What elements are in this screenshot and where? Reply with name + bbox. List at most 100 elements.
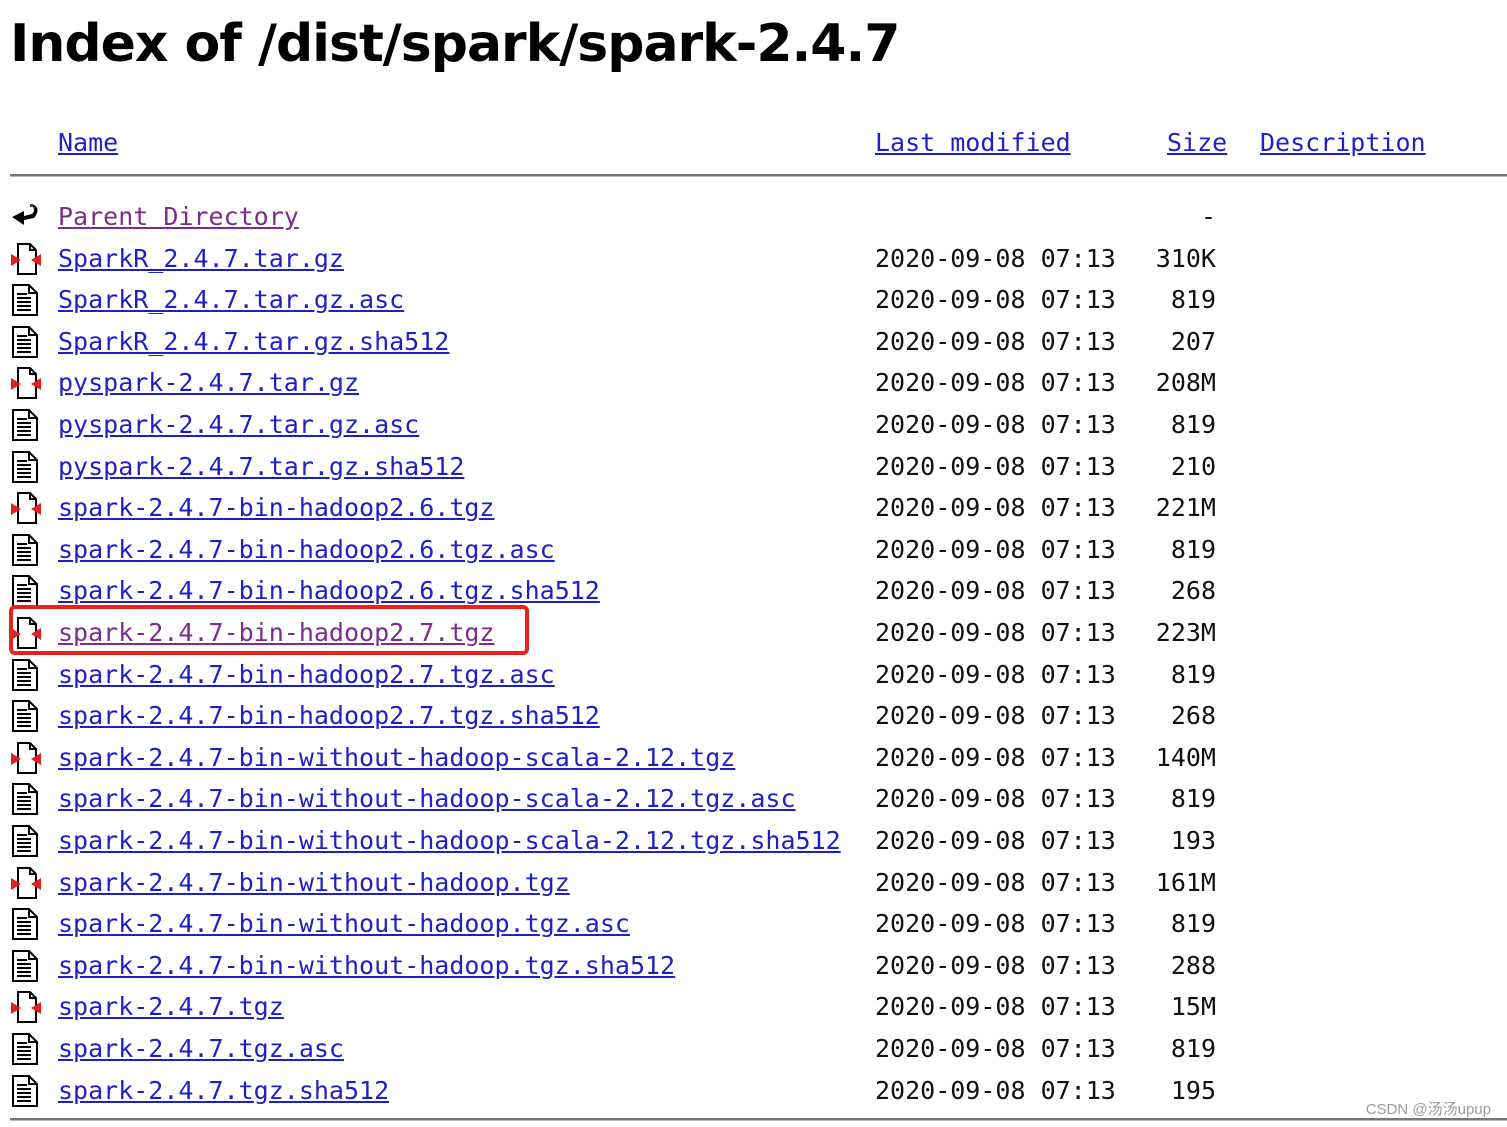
- sort-by-name-link[interactable]: Name: [58, 128, 118, 157]
- last-modified: 2020-09-08 07:13: [875, 618, 1116, 647]
- highlight-box: [9, 605, 529, 655]
- table-row: spark-2.4.7-bin-hadoop2.7.tgz.asc 2020-09…: [0, 654, 1507, 695]
- last-modified: 2020-09-08 07:13: [875, 451, 1116, 481]
- file-size: 819: [1170, 410, 1216, 439]
- last-modified: 2020-09-08 07:13: [875, 326, 1116, 356]
- last-modified: 2020-09-08 07:13: [875, 909, 1116, 939]
- last-modified: 2020-09-08 07:13: [875, 1034, 1116, 1063]
- file-size: 223M: [1155, 618, 1216, 647]
- last-modified: 2020-09-08 07:13: [875, 784, 1116, 814]
- text-file-icon: [10, 533, 42, 567]
- file-size: 819: [1170, 909, 1216, 939]
- table-row: spark-2.4.7.tgz.sha512 2020-09-08 07:13 19…: [0, 1070, 1507, 1111]
- footer-divider: [10, 1118, 1507, 1121]
- table-row: Parent Directory -: [0, 196, 1507, 237]
- text-file-icon: [10, 699, 42, 733]
- table-row: spark-2.4.7-bin-without-hadoop.tgz 2020-0…: [0, 862, 1507, 903]
- file-size: -: [1200, 202, 1216, 231]
- file-link[interactable]: spark-2.4.7.tgz.sha512: [58, 1070, 389, 1111]
- table-row: spark-2.4.7-bin-without-hadoop.tgz.sha51…: [0, 945, 1507, 986]
- text-file-icon: [10, 782, 42, 816]
- file-link[interactable]: SparkR_2.4.7.tar.gz.asc: [58, 279, 404, 320]
- last-modified: 2020-09-08 07:13: [875, 576, 1116, 606]
- last-modified: 2020-09-08 07:13: [875, 950, 1116, 980]
- last-modified: 2020-09-08 07:13: [875, 534, 1116, 564]
- compressed-icon: [10, 866, 42, 900]
- file-link[interactable]: spark-2.4.7-bin-hadoop2.7.tgz.sha512: [58, 695, 600, 736]
- table-row: SparkR_2.4.7.tar.gz.asc 2020-09-08 07:13 8…: [0, 279, 1507, 320]
- file-link[interactable]: pyspark-2.4.7.tar.gz: [58, 362, 359, 403]
- file-link[interactable]: spark-2.4.7-bin-without-hadoop.tgz: [58, 862, 570, 903]
- table-row: spark-2.4.7-bin-without-hadoop-scala-2.1…: [0, 778, 1507, 819]
- sort-by-size-link[interactable]: Size: [1167, 128, 1227, 157]
- file-link[interactable]: Parent Directory: [58, 196, 299, 237]
- file-link[interactable]: spark-2.4.7-bin-without-hadoop-scala-2.1…: [58, 778, 796, 819]
- file-link[interactable]: spark-2.4.7-bin-without-hadoop.tgz.asc: [58, 903, 630, 944]
- file-size: 208M: [1155, 368, 1216, 398]
- file-size: 140M: [1155, 742, 1216, 772]
- last-modified: 2020-09-08 07:13: [875, 493, 1116, 523]
- file-link[interactable]: SparkR_2.4.7.tar.gz: [58, 238, 344, 279]
- file-size: 819: [1170, 534, 1216, 564]
- last-modified: 2020-09-08 07:13: [875, 410, 1116, 439]
- header-divider: [10, 174, 1507, 177]
- file-size: 221M: [1155, 493, 1216, 523]
- text-file-icon: [10, 450, 42, 484]
- text-file-icon: [10, 408, 42, 442]
- file-size: 819: [1170, 1034, 1216, 1063]
- file-link[interactable]: spark-2.4.7-bin-hadoop2.6.tgz.asc: [58, 529, 555, 570]
- last-modified: 2020-09-08 07:13: [875, 659, 1116, 689]
- file-link[interactable]: SparkR_2.4.7.tar.gz.sha512: [58, 321, 449, 362]
- table-row: spark-2.4.7-bin-hadoop2.6.tgz 2020-09-08 …: [0, 487, 1507, 528]
- file-size: 15M: [1170, 992, 1216, 1022]
- file-size: 195: [1170, 1075, 1216, 1105]
- file-size: 207: [1170, 326, 1216, 356]
- file-size: 819: [1170, 784, 1216, 814]
- last-modified: 2020-09-08 07:13: [875, 867, 1116, 897]
- file-link[interactable]: pyspark-2.4.7.tar.gz.sha512: [58, 446, 464, 487]
- table-row: spark-2.4.7.tgz 2020-09-08 07:13 15M: [0, 986, 1507, 1027]
- table-row: spark-2.4.7-bin-without-hadoop-scala-2.1…: [0, 820, 1507, 861]
- text-file-icon: [10, 1074, 42, 1108]
- compressed-icon: [10, 741, 42, 775]
- file-link[interactable]: spark-2.4.7-bin-without-hadoop.tgz.sha51…: [58, 945, 675, 986]
- sort-by-last-modified-link[interactable]: Last modified: [875, 128, 1071, 157]
- text-file-icon: [10, 325, 42, 359]
- compressed-icon: [10, 491, 42, 525]
- table-row: spark-2.4.7-bin-without-hadoop.tgz.asc 20…: [0, 903, 1507, 944]
- last-modified: 2020-09-08 07:13: [875, 368, 1116, 398]
- file-link[interactable]: spark-2.4.7-bin-without-hadoop-scala-2.1…: [58, 820, 841, 861]
- file-size: 310K: [1155, 243, 1216, 273]
- last-modified: 2020-09-08 07:13: [875, 992, 1116, 1022]
- table-row: spark-2.4.7-bin-without-hadoop-scala-2.1…: [0, 737, 1507, 778]
- file-link[interactable]: pyspark-2.4.7.tar.gz.asc: [58, 404, 419, 445]
- back-icon: [10, 200, 42, 234]
- sort-by-description-link[interactable]: Description: [1260, 128, 1426, 157]
- last-modified: 2020-09-08 07:13: [875, 826, 1116, 855]
- text-file-icon: [10, 658, 42, 692]
- page-title: Index of /dist/spark/spark-2.4.7: [10, 14, 900, 74]
- table-row: pyspark-2.4.7.tar.gz.sha512 2020-09-08 07…: [0, 446, 1507, 487]
- text-file-icon: [10, 283, 42, 317]
- file-link[interactable]: spark-2.4.7-bin-hadoop2.7.tgz.asc: [58, 654, 555, 695]
- file-link[interactable]: spark-2.4.7-bin-without-hadoop-scala-2.1…: [58, 737, 735, 778]
- file-size: 210: [1170, 451, 1216, 481]
- file-size: 161M: [1155, 867, 1216, 897]
- text-file-icon: [10, 574, 42, 608]
- file-size: 819: [1170, 285, 1216, 315]
- table-row: SparkR_2.4.7.tar.gz 2020-09-08 07:13 310K: [0, 238, 1507, 279]
- text-file-icon: [10, 949, 42, 983]
- file-size: 193: [1170, 826, 1216, 855]
- table-header: Name Last modified Size Description: [0, 128, 1507, 164]
- text-file-icon: [10, 824, 42, 858]
- table-row: SparkR_2.4.7.tar.gz.sha512 2020-09-08 07:…: [0, 321, 1507, 362]
- compressed-icon: [10, 366, 42, 400]
- file-link[interactable]: spark-2.4.7.tgz.asc: [58, 1028, 344, 1069]
- file-link[interactable]: spark-2.4.7-bin-hadoop2.6.tgz: [58, 487, 495, 528]
- last-modified: 2020-09-08 07:13: [875, 701, 1116, 731]
- file-size: 288: [1170, 950, 1216, 980]
- file-link[interactable]: spark-2.4.7.tgz: [58, 986, 284, 1027]
- last-modified: 2020-09-08 07:13: [875, 742, 1116, 772]
- table-row: spark-2.4.7-bin-hadoop2.6.tgz.asc 2020-09…: [0, 529, 1507, 570]
- file-size: 819: [1170, 659, 1216, 689]
